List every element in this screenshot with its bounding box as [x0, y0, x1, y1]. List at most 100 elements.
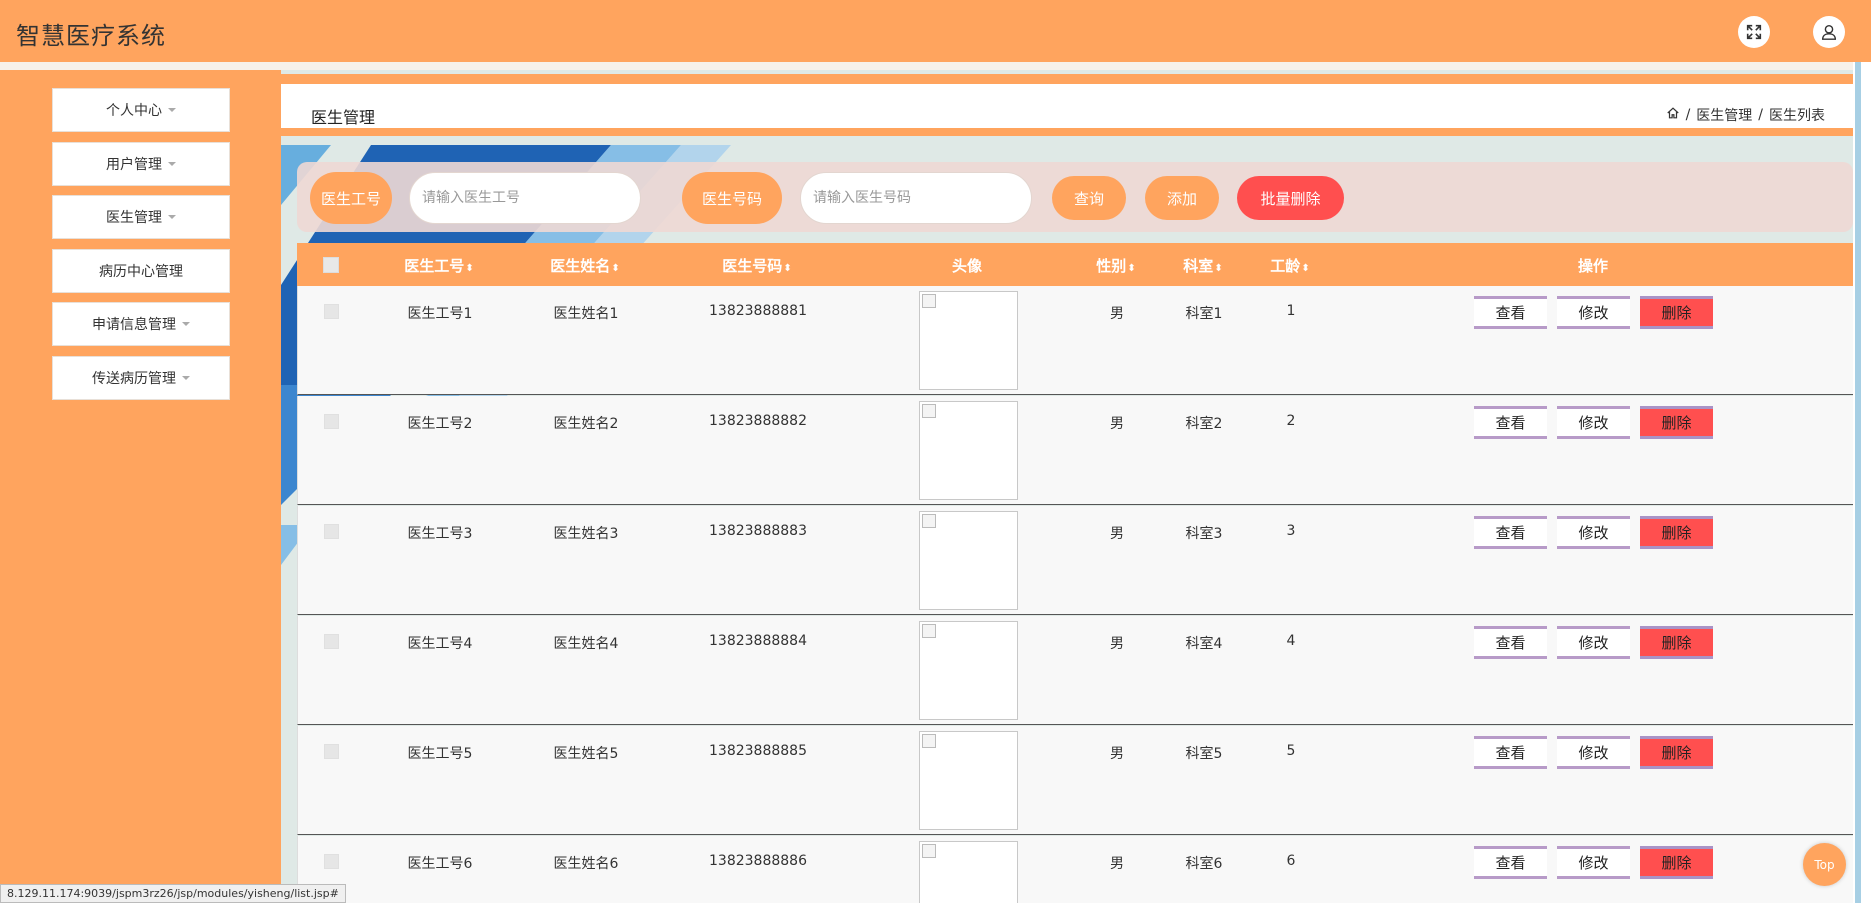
row-checkbox[interactable] [324, 634, 339, 649]
header-divider [0, 62, 1871, 70]
table-row: 医生工号3 医生姓名3 13823888883 男 科室3 3 查看 修改 删除 [297, 506, 1853, 615]
delete-button[interactable]: 删除 [1640, 846, 1713, 879]
cell-doctor-phone: 13823888885 [709, 743, 807, 759]
cell-gender: 男 [1110, 526, 1124, 542]
chevron-down-icon [168, 215, 176, 219]
sort-icon[interactable]: ⬍ [1214, 263, 1222, 274]
sidebar-item-label: 医生管理 [106, 210, 162, 226]
cell-gender: 男 [1110, 416, 1124, 432]
view-button[interactable]: 查看 [1474, 406, 1547, 439]
cell-department: 科室6 [1185, 856, 1223, 872]
doctor-id-label: 医生工号 [310, 172, 392, 224]
edit-button[interactable]: 修改 [1557, 626, 1630, 659]
row-checkbox[interactable] [324, 854, 339, 869]
column-header-department[interactable]: 科室⬍ [1183, 255, 1222, 276]
edit-button[interactable]: 修改 [1557, 406, 1630, 439]
top-bar: 智慧医疗系统 [0, 0, 1871, 62]
table-row: 医生工号4 医生姓名4 13823888884 男 科室4 4 查看 修改 删除 [297, 616, 1853, 725]
cell-department: 科室2 [1185, 416, 1223, 432]
view-button[interactable]: 查看 [1474, 846, 1547, 879]
view-button[interactable]: 查看 [1474, 626, 1547, 659]
sort-icon[interactable]: ⬍ [1127, 263, 1135, 274]
page-title: 医生管理 [311, 108, 376, 127]
sidebar-item-record-transfer[interactable]: 传送病历管理 [52, 356, 230, 400]
breadcrumb-separator: / [1758, 107, 1763, 123]
cell-doctor-id: 医生工号1 [407, 306, 473, 322]
sidebar-item-label: 传送病历管理 [92, 371, 176, 387]
sidebar-item-personal-center[interactable]: 个人中心 [52, 88, 230, 132]
cell-doctor-name: 医生姓名2 [553, 416, 619, 432]
breadcrumb-item-doctor-management[interactable]: 医生管理 [1696, 105, 1752, 125]
delete-button[interactable]: 删除 [1640, 736, 1713, 769]
add-button[interactable]: 添加 [1145, 176, 1219, 220]
cell-years: 6 [1286, 853, 1296, 869]
sort-icon[interactable]: ⬍ [783, 263, 791, 274]
column-header-years[interactable]: 工龄⬍ [1270, 255, 1309, 276]
table-row: 医生工号5 医生姓名5 13823888885 男 科室5 5 查看 修改 删除 [297, 726, 1853, 835]
chevron-down-icon [182, 322, 190, 326]
sort-icon[interactable]: ⬍ [465, 263, 473, 274]
avatar [919, 731, 1018, 830]
sidebar-item-label: 申请信息管理 [92, 317, 176, 333]
cell-gender: 男 [1110, 636, 1124, 652]
row-checkbox[interactable] [324, 304, 339, 319]
avatar [919, 841, 1018, 903]
cell-department: 科室5 [1185, 746, 1223, 762]
back-to-top-button[interactable]: Top [1803, 843, 1846, 886]
edit-button[interactable]: 修改 [1557, 846, 1630, 879]
query-button[interactable]: 查询 [1052, 176, 1126, 220]
cell-gender: 男 [1110, 856, 1124, 872]
delete-button[interactable]: 删除 [1640, 626, 1713, 659]
view-button[interactable]: 查看 [1474, 296, 1547, 329]
delete-button[interactable]: 删除 [1640, 296, 1713, 329]
column-header-doctor-name[interactable]: 医生姓名⬍ [550, 255, 619, 276]
status-bar-url: 8.129.11.174:9039/jspm3rz26/jsp/modules/… [0, 884, 346, 903]
avatar [919, 291, 1018, 390]
column-header-doctor-phone[interactable]: 医生号码⬍ [722, 255, 791, 276]
column-header-doctor-id[interactable]: 医生工号⬍ [404, 255, 473, 276]
column-header-actions: 操作 [1577, 257, 1609, 275]
avatar [919, 401, 1018, 500]
doctor-phone-input[interactable] [800, 172, 1032, 224]
delete-button[interactable]: 删除 [1640, 516, 1713, 549]
sidebar-item-doctor-management[interactable]: 医生管理 [52, 195, 230, 239]
view-button[interactable]: 查看 [1474, 736, 1547, 769]
sidebar-item-label: 病历中心管理 [99, 264, 183, 280]
scrollbar-track[interactable] [1855, 62, 1861, 903]
cell-years: 5 [1286, 743, 1296, 759]
cell-doctor-id: 医生工号5 [407, 746, 473, 762]
sort-icon[interactable]: ⬍ [1301, 263, 1309, 274]
column-header-gender[interactable]: 性别⬍ [1096, 255, 1135, 276]
view-button[interactable]: 查看 [1474, 516, 1547, 549]
edit-button[interactable]: 修改 [1557, 736, 1630, 769]
edit-button[interactable]: 修改 [1557, 296, 1630, 329]
sidebar-item-medical-record-center[interactable]: 病历中心管理 [52, 249, 230, 293]
row-checkbox[interactable] [324, 744, 339, 759]
table-row: 医生工号2 医生姓名2 13823888882 男 科室2 2 查看 修改 删除 [297, 396, 1853, 505]
select-all-checkbox[interactable] [323, 257, 339, 273]
chevron-down-icon [168, 108, 176, 112]
user-icon[interactable] [1813, 16, 1845, 48]
table-row: 医生工号1 医生姓名1 13823888881 男 科室1 1 查看 修改 删除 [297, 286, 1853, 395]
cell-department: 科室1 [1185, 306, 1223, 322]
sort-icon[interactable]: ⬍ [611, 263, 619, 274]
cell-department: 科室3 [1185, 526, 1223, 542]
right-edge [1853, 62, 1871, 903]
doctor-table: 医生工号⬍ 医生姓名⬍ 医生号码⬍ 头像 性别⬍ 科室⬍ 工龄⬍ 操作 医生工号… [297, 243, 1853, 903]
app-title: 智慧医疗系统 [16, 22, 166, 50]
home-icon[interactable] [1666, 106, 1680, 124]
avatar [919, 511, 1018, 610]
broken-image-icon [922, 734, 936, 748]
sidebar-item-application-info[interactable]: 申请信息管理 [52, 302, 230, 346]
fullscreen-icon[interactable] [1738, 16, 1770, 48]
sidebar-item-user-management[interactable]: 用户管理 [52, 142, 230, 186]
delete-button[interactable]: 删除 [1640, 406, 1713, 439]
sidebar: 个人中心 用户管理 医生管理 病历中心管理 申请信息管理 传送病历管理 [0, 70, 281, 903]
row-checkbox[interactable] [324, 414, 339, 429]
row-checkbox[interactable] [324, 524, 339, 539]
batch-delete-button[interactable]: 批量删除 [1237, 176, 1344, 220]
cell-doctor-name: 医生姓名5 [553, 746, 619, 762]
breadcrumb-item-doctor-list: 医生列表 [1769, 108, 1825, 124]
doctor-id-input[interactable] [409, 172, 641, 224]
edit-button[interactable]: 修改 [1557, 516, 1630, 549]
